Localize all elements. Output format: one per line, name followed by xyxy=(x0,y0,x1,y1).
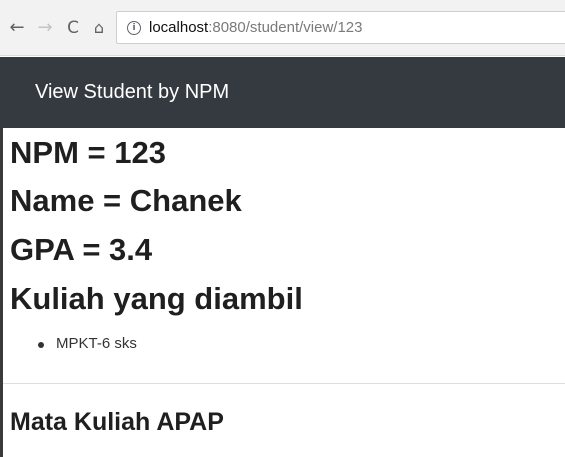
courses-heading: Kuliah yang diambil xyxy=(10,281,303,316)
url-path: :8080/student/view/123 xyxy=(208,19,363,36)
arrow-left-icon[interactable]: ← xyxy=(5,16,29,40)
address-bar[interactable]: i localhost:8080/student/view/123 xyxy=(116,11,565,44)
reload-icon[interactable]: C xyxy=(61,16,85,40)
divider xyxy=(3,383,565,384)
course-list: MPKT-6 sks xyxy=(38,335,137,352)
url-text[interactable]: localhost:8080/student/view/123 xyxy=(149,19,362,36)
name-heading: Name = Chanek xyxy=(10,183,242,218)
left-border xyxy=(0,128,3,457)
app-navbar: View Student by NPM xyxy=(0,57,565,128)
arrow-right-icon[interactable]: → xyxy=(33,16,57,40)
npm-heading: NPM = 123 xyxy=(10,135,166,170)
browser-toolbar: ← → C ⌂ i localhost:8080/student/view/12… xyxy=(0,0,565,56)
info-icon[interactable]: i xyxy=(127,20,141,35)
footer-title: Mata Kuliah APAP xyxy=(10,408,224,436)
home-icon[interactable]: ⌂ xyxy=(87,16,111,40)
url-host: localhost xyxy=(149,19,209,36)
list-item: MPKT-6 sks xyxy=(38,335,137,352)
gpa-heading: GPA = 3.4 xyxy=(10,232,153,267)
navbar-brand[interactable]: View Student by NPM xyxy=(35,81,229,104)
